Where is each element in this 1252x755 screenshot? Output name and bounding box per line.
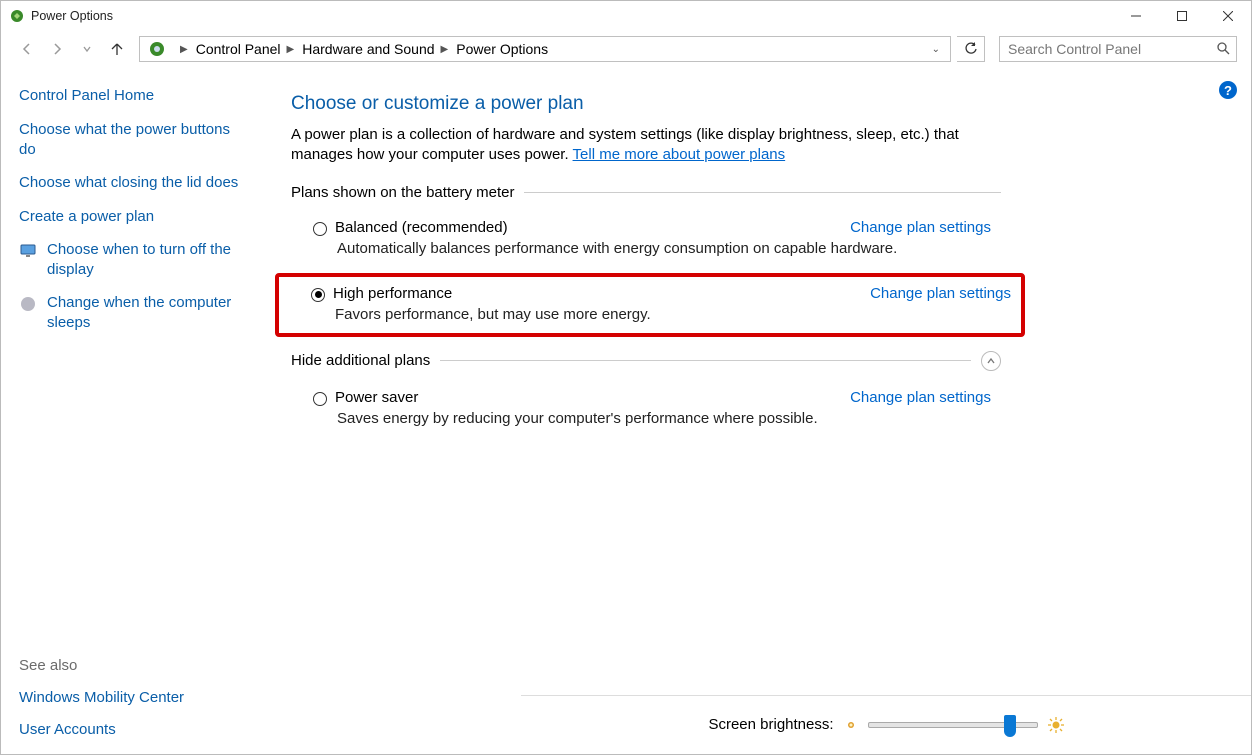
nav-row: ▶ Control Panel▶ Hardware and Sound▶ Pow… (1, 31, 1251, 67)
section-hide-additional: Hide additional plans (291, 351, 1001, 371)
breadcrumb-root[interactable]: Control Panel▶ (192, 41, 299, 57)
title-bar: Power Options (1, 1, 1251, 31)
search-input[interactable] (1006, 40, 1216, 58)
see-also-mobility-center[interactable]: Windows Mobility Center (19, 688, 247, 708)
refresh-button[interactable] (957, 36, 985, 62)
window-title: Power Options (31, 9, 1113, 23)
radio-balanced[interactable] (313, 222, 327, 236)
search-icon[interactable] (1216, 41, 1230, 58)
sidebar-link-computer-sleeps[interactable]: Change when the computer sleeps (19, 293, 247, 332)
plan-desc-high-performance: Favors performance, but may use more ene… (335, 306, 1011, 323)
brightness-bar: Screen brightness: (521, 695, 1251, 753)
sidebar-link-power-buttons[interactable]: Choose what the power buttons do (19, 120, 247, 159)
learn-more-link[interactable]: Tell me more about power plans (573, 146, 786, 163)
display-icon (19, 242, 37, 260)
recent-dropdown[interactable] (75, 37, 99, 61)
moon-icon (19, 295, 37, 313)
plan-desc-power-saver: Saves energy by reducing your computer's… (337, 410, 991, 427)
brightness-label: Screen brightness: (708, 716, 833, 733)
radio-power-saver[interactable] (313, 392, 327, 406)
main-content: ? Choose or customize a power plan A pow… (261, 75, 1251, 753)
search-box[interactable] (999, 36, 1237, 62)
sidebar-link-create-plan[interactable]: Create a power plan (19, 207, 247, 227)
minimize-button[interactable] (1113, 1, 1159, 31)
see-also-user-accounts[interactable]: User Accounts (19, 720, 247, 740)
change-settings-power-saver[interactable]: Change plan settings (850, 389, 991, 406)
address-bar[interactable]: ▶ Control Panel▶ Hardware and Sound▶ Pow… (139, 36, 951, 62)
app-icon (9, 8, 25, 24)
sidebar-link-turn-off-display[interactable]: Choose when to turn off the display (19, 240, 247, 279)
back-button[interactable] (15, 37, 39, 61)
close-button[interactable] (1205, 1, 1251, 31)
brightness-thumb[interactable] (1004, 715, 1016, 737)
see-also-label: See also (19, 657, 247, 674)
brightness-slider[interactable] (868, 722, 1038, 728)
breadcrumb-leaf[interactable]: Power Options (452, 41, 552, 57)
sun-dim-icon (844, 718, 858, 732)
section-plans-shown: Plans shown on the battery meter (291, 184, 1001, 201)
plan-desc-balanced: Automatically balances performance with … (337, 240, 991, 257)
plan-name-high-performance[interactable]: High performance (333, 285, 452, 302)
plan-power-saver: Power saver Change plan settings Saves e… (291, 381, 1001, 437)
page-title: Choose or customize a power plan (291, 93, 1229, 115)
address-dropdown[interactable]: ⌄ (926, 44, 946, 55)
radio-high-performance[interactable] (311, 288, 325, 302)
control-panel-home-link[interactable]: Control Panel Home (19, 87, 247, 104)
maximize-button[interactable] (1159, 1, 1205, 31)
up-button[interactable] (105, 37, 129, 61)
collapse-additional-plans-button[interactable] (981, 351, 1001, 371)
plan-high-performance-highlight: High performance Change plan settings Fa… (275, 273, 1025, 337)
help-icon[interactable]: ? (1219, 81, 1237, 99)
plan-name-balanced[interactable]: Balanced (recommended) (335, 219, 508, 236)
page-description: A power plan is a collection of hardware… (291, 125, 991, 166)
plan-balanced: Balanced (recommended) Change plan setti… (291, 211, 1001, 267)
sidebar: Control Panel Home Choose what the power… (1, 75, 261, 753)
breadcrumb-sep-0[interactable]: ▶ (170, 44, 192, 55)
change-settings-high-performance[interactable]: Change plan settings (870, 285, 1011, 302)
forward-button[interactable] (45, 37, 69, 61)
sidebar-link-closing-lid[interactable]: Choose what closing the lid does (19, 173, 247, 193)
plan-name-power-saver[interactable]: Power saver (335, 389, 418, 406)
sun-bright-icon (1048, 717, 1064, 733)
control-panel-icon (148, 40, 166, 58)
breadcrumb-mid[interactable]: Hardware and Sound▶ (298, 41, 452, 57)
change-settings-balanced[interactable]: Change plan settings (850, 219, 991, 236)
